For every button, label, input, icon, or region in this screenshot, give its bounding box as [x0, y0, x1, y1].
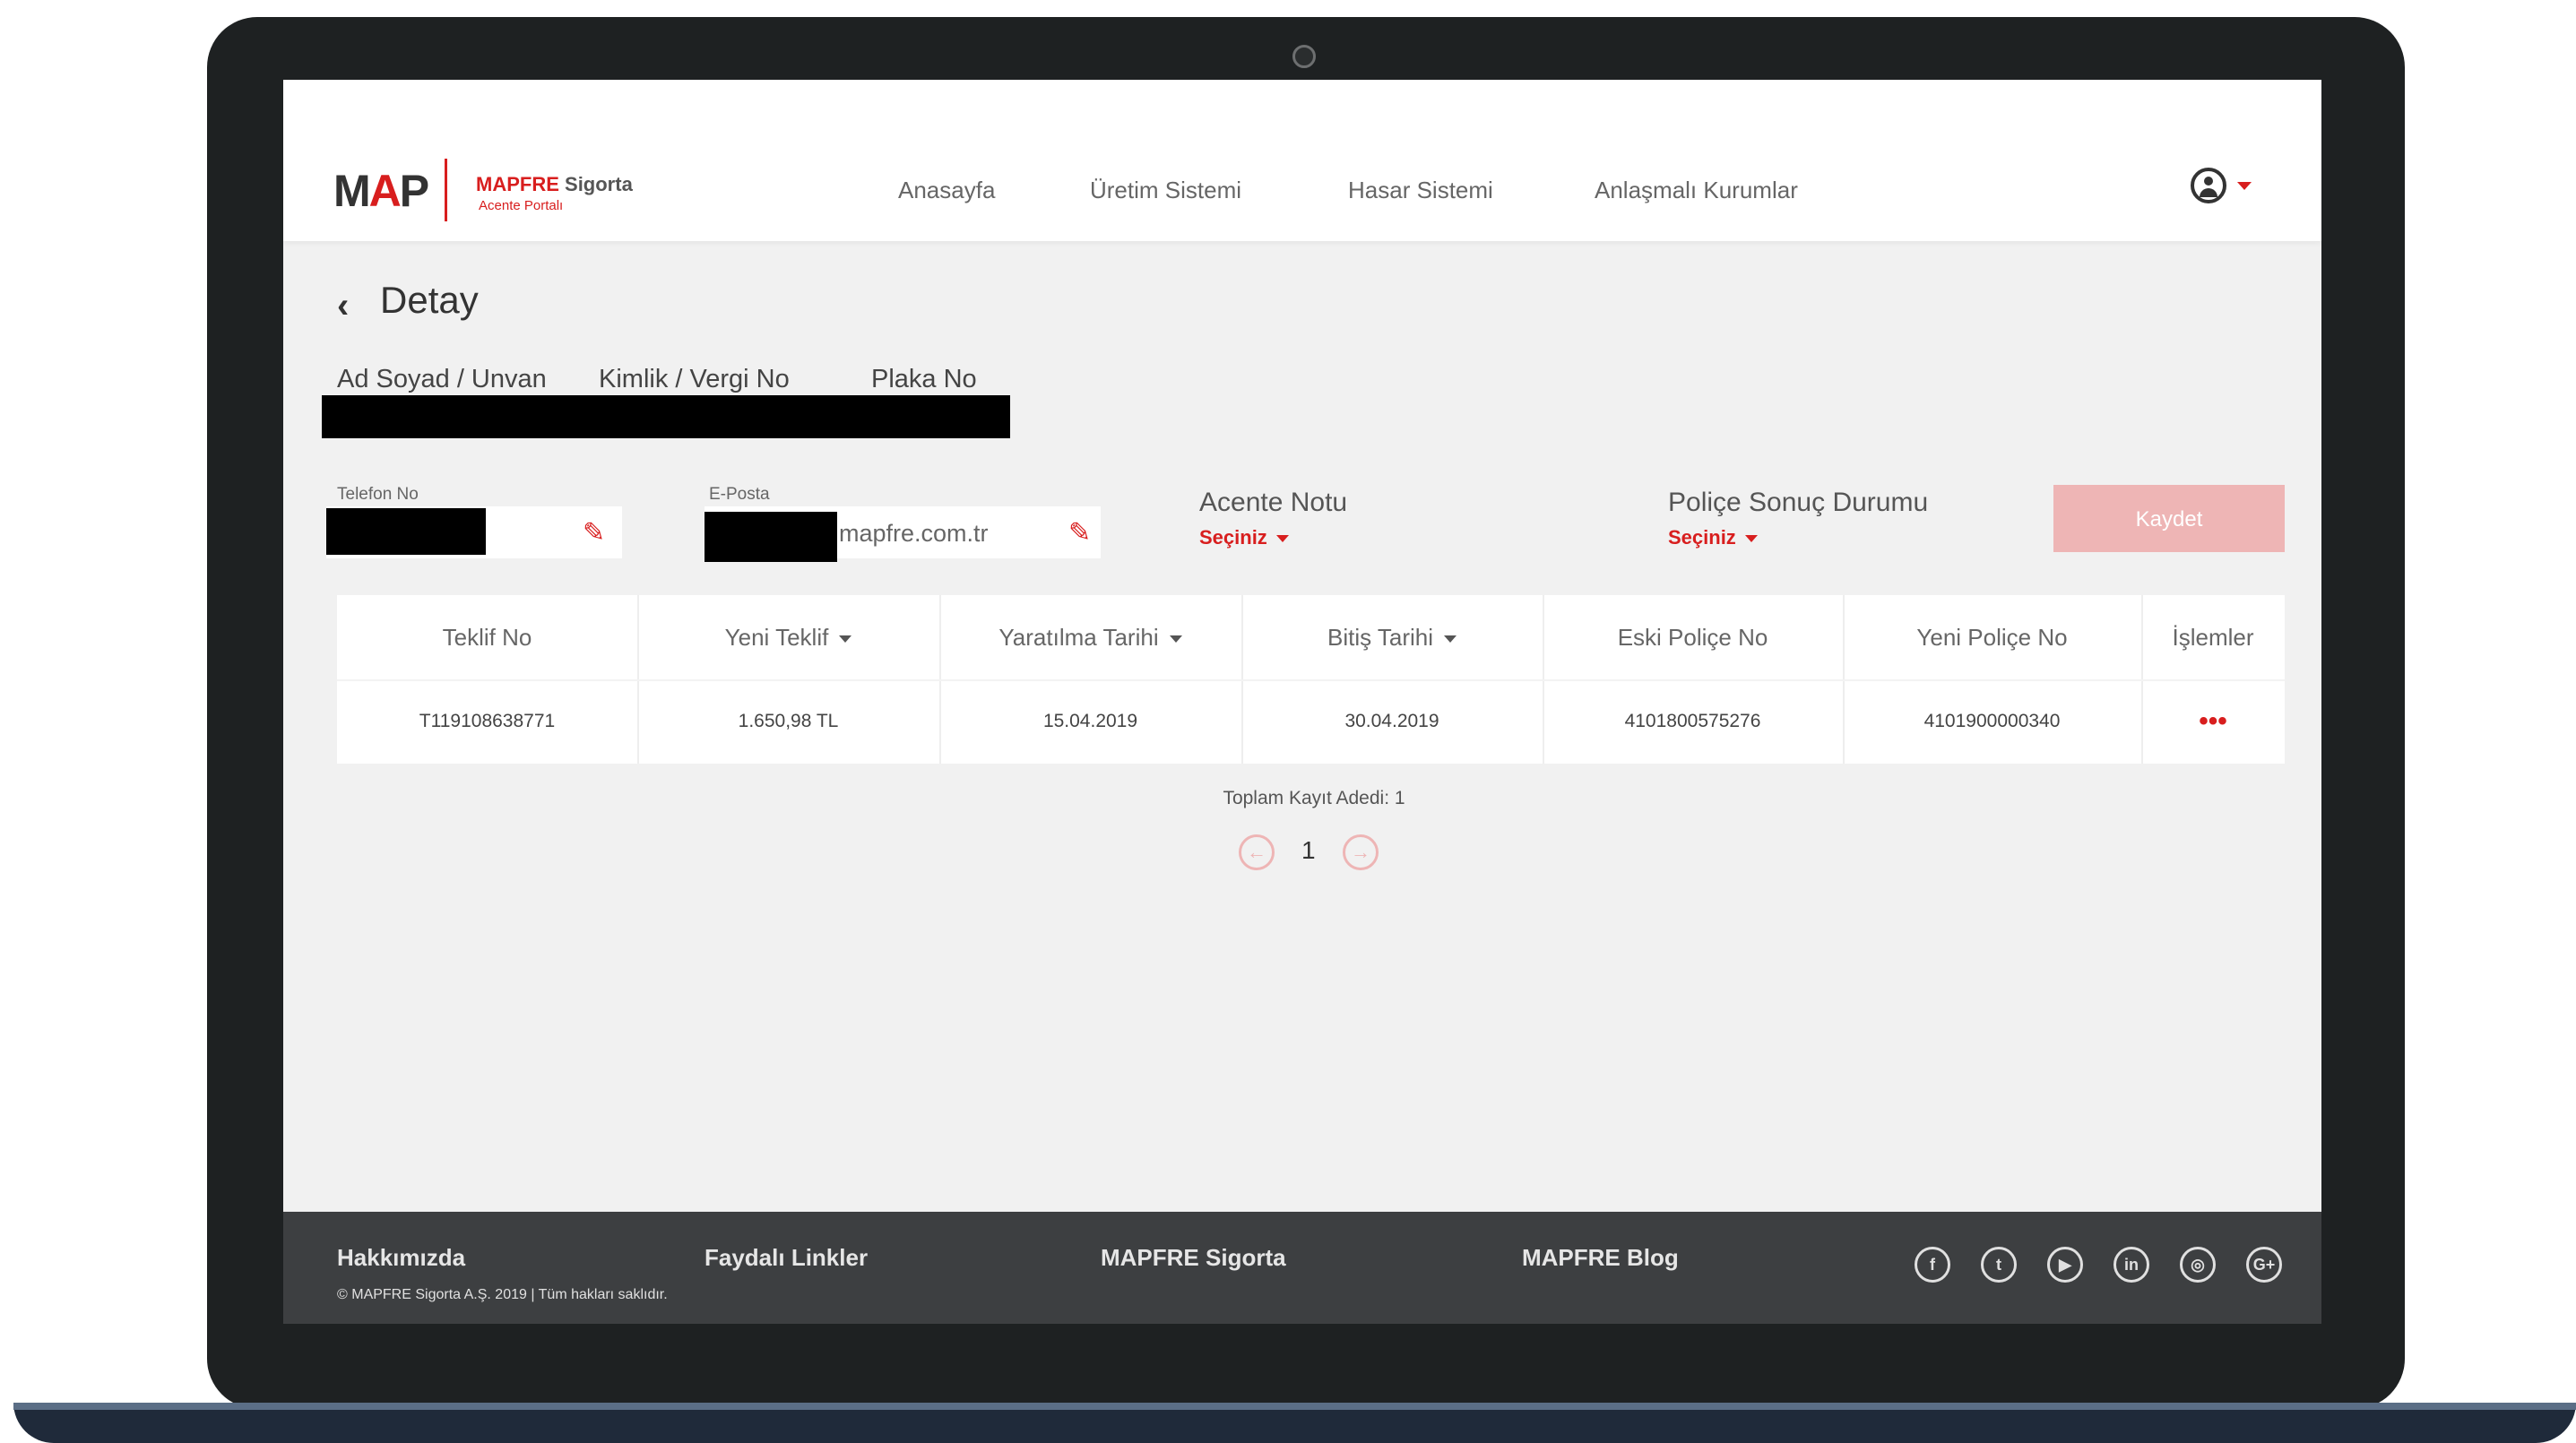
cell-yeni-police-no: 4101900000340	[1923, 711, 2061, 731]
plate-label: Plaka No	[871, 365, 977, 393]
top-header: MAP MAPFRE Sigorta Acente Portalı Anasay…	[283, 80, 2321, 241]
user-menu[interactable]	[2174, 168, 2264, 207]
name-label: Ad Soyad / Unvan	[337, 365, 547, 393]
redacted-email	[705, 512, 837, 562]
phone-label: Telefon No	[337, 485, 419, 504]
caret-down-icon	[2237, 182, 2252, 190]
prev-page-arrow-icon[interactable]: ←	[1239, 834, 1275, 870]
footer-link-hakkimizda[interactable]: Hakkımızda	[337, 1244, 465, 1272]
policy-result-title: Poliçe Sonuç Durumu	[1668, 488, 1929, 517]
nav-hasar-sistemi[interactable]: Hasar Sistemi	[1348, 177, 1493, 204]
cell-teklif-no: T119108638771	[419, 711, 556, 731]
header-eski-police-no: Eski Poliçe No	[1617, 624, 1768, 651]
phone-edit-pencil-icon[interactable]: ✎	[583, 517, 605, 549]
footer: Hakkımızda Faydalı Linkler MAPFRE Sigort…	[283, 1212, 2321, 1324]
camera-icon	[1292, 45, 1316, 68]
cell-yeni-teklif: 1.650,98 TL	[738, 711, 839, 731]
back-chevron-icon[interactable]: ‹	[337, 286, 349, 326]
instagram-icon[interactable]: ◎	[2180, 1247, 2216, 1283]
email-label: E-Posta	[709, 485, 770, 504]
header-yaratilma-tarihi[interactable]: Yaratılma Tarihi	[939, 595, 1241, 679]
cell-yaratilma-tarihi: 15.04.2019	[1042, 711, 1138, 731]
mapfre-logo-text: MAPFRE	[476, 173, 559, 195]
footer-link-faydali-linkler[interactable]: Faydalı Linkler	[705, 1244, 868, 1272]
sort-caret-icon	[839, 635, 852, 644]
row-actions-menu[interactable]: •••	[2141, 679, 2285, 764]
laptop-base	[13, 1403, 2576, 1443]
nav-anasayfa[interactable]: Anasayfa	[898, 177, 995, 204]
agent-note-select[interactable]: Seçiniz	[1199, 526, 1289, 549]
facebook-icon[interactable]: f	[1915, 1247, 1950, 1283]
cell-eski-police-no: 4101800575276	[1624, 711, 1761, 731]
header-yaratilma-tarihi-label: Yaratılma Tarihi	[998, 624, 1159, 651]
copyright-text: © MAPFRE Sigorta A.Ş. 2019 | Tüm hakları…	[337, 1287, 668, 1302]
footer-link-mapfre-sigorta[interactable]: MAPFRE Sigorta	[1101, 1244, 1286, 1272]
youtube-icon[interactable]: ▶	[2047, 1247, 2083, 1283]
email-edit-pencil-icon[interactable]: ✎	[1068, 517, 1091, 549]
save-button[interactable]: Kaydet	[2053, 485, 2285, 552]
next-page-arrow-icon[interactable]: →	[1343, 834, 1379, 870]
header-bitis-tarihi[interactable]: Bitiş Tarihi	[1241, 595, 1543, 679]
total-records: Toplam Kayıt Adedi: 1	[1223, 788, 1405, 808]
header-islemler: İşlemler	[2172, 624, 2254, 651]
cell-bitis-tarihi: 30.04.2019	[1344, 711, 1439, 731]
redacted-block	[322, 395, 1010, 438]
app-screen: MAP MAPFRE Sigorta Acente Portalı Anasay…	[283, 80, 2321, 1324]
caret-down-icon	[1744, 535, 1758, 543]
footer-link-mapfre-blog[interactable]: MAPFRE Blog	[1522, 1244, 1679, 1272]
policy-result-select[interactable]: Seçiniz	[1668, 526, 1758, 549]
sort-caret-icon	[1169, 635, 1182, 644]
header-yeni-teklif-label: Yeni Teklif	[724, 624, 829, 651]
nav-anlasmali-kurumlar[interactable]: Anlaşmalı Kurumlar	[1595, 177, 1798, 204]
logo-divider	[445, 159, 447, 221]
map-logo[interactable]: MAP	[333, 165, 429, 217]
header-yeni-police-no: Yeni Poliçe No	[1916, 624, 2068, 651]
agent-note-title: Acente Notu	[1199, 488, 1348, 517]
caret-down-icon	[1275, 535, 1289, 543]
user-circle-icon	[2191, 168, 2226, 203]
header-yeni-teklif[interactable]: Yeni Teklif	[637, 595, 939, 679]
linkedin-icon[interactable]: in	[2114, 1247, 2149, 1283]
mapfre-logo-suffix: Sigorta	[565, 173, 633, 195]
email-value: mapfre.com.tr	[839, 520, 989, 547]
current-page[interactable]: 1	[1301, 836, 1316, 865]
sort-caret-icon	[1444, 635, 1457, 644]
mapfre-logo: MAPFRE Sigorta	[476, 173, 633, 196]
nav-uretim-sistemi[interactable]: Üretim Sistemi	[1090, 177, 1241, 204]
tax-id-label: Kimlik / Vergi No	[599, 365, 790, 393]
offers-table: Teklif No Yeni Teklif Yaratılma Tarihi B…	[337, 595, 2285, 764]
agent-note-value: Seçiniz	[1199, 526, 1267, 549]
header-teklif-no: Teklif No	[442, 624, 532, 651]
page-title: Detay	[380, 279, 479, 321]
google-plus-icon[interactable]: G+	[2246, 1247, 2282, 1283]
redacted-phone	[326, 508, 486, 555]
header-bitis-tarihi-label: Bitiş Tarihi	[1327, 624, 1433, 651]
policy-result-value: Seçiniz	[1668, 526, 1736, 549]
twitter-icon[interactable]: t	[1981, 1247, 2017, 1283]
logo-subtitle: Acente Portalı	[479, 198, 564, 213]
